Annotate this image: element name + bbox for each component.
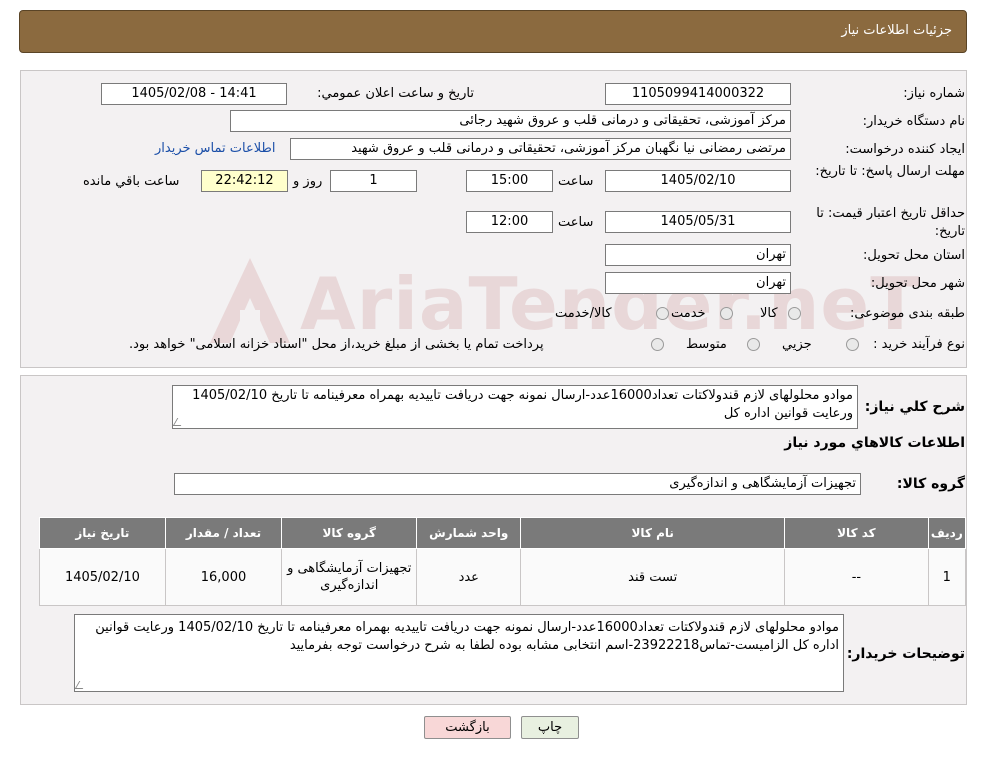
buyer-notes-text: موادو محلولهای لازم قندولاکتات تعداد1600… <box>95 620 839 653</box>
deadline-date-field: 1405/02/10 <box>605 170 791 192</box>
requester-field: مرتضی رمضانی نیا نگهبان مرکز آموزشی، تحق… <box>290 138 791 160</box>
category-option-service: خدمت <box>671 306 706 321</box>
requester-label: ایجاد کننده درخواست: <box>845 142 965 157</box>
category-option-goods: کالا <box>760 306 778 321</box>
process-option-minor: جزیي <box>782 337 812 352</box>
deadline-time-label: ساعت <box>558 174 594 189</box>
cell-need-date: 1405/02/10 <box>39 548 166 606</box>
print-button[interactable]: چاپ <box>521 716 579 739</box>
announce-datetime-label: تاریخ و ساعت اعلان عمومي: <box>317 86 474 101</box>
price-validity-label: حداقل تاریخ اعتبار قیمت: تا تاریخ: <box>816 206 965 239</box>
buyer-notes-textarea[interactable]: موادو محلولهای لازم قندولاکتات تعداد1600… <box>74 614 844 692</box>
page-header: جزئیات اطلاعات نیاز <box>19 10 967 53</box>
buyer-org-label: نام دستگاه خریدار: <box>862 114 965 129</box>
cell-unit: عدد <box>416 548 522 606</box>
description-textarea[interactable]: موادو محلولهای لازم قندولاکتات تعداد1600… <box>172 385 858 429</box>
validity-date-field: 1405/05/31 <box>605 211 791 233</box>
category-option-goods-service: کالا/خدمت <box>555 306 612 321</box>
validity-time-field: 12:00 <box>466 211 553 233</box>
resize-grip-icon <box>75 681 88 689</box>
col-item-code: کد کالا <box>784 517 929 549</box>
process-option-medium: متوسط <box>686 337 727 352</box>
table-header-row: ردیف کد کالا نام کالا واحد شمارش گروه کا… <box>39 517 967 549</box>
col-item-name: نام کالا <box>520 517 786 549</box>
col-need-date: تاریخ نیاز <box>39 517 166 549</box>
validity-time-label: ساعت <box>558 215 594 230</box>
need-number-label: شماره نیاز: <box>903 86 965 101</box>
days-field: 1 <box>330 170 417 192</box>
announce-datetime-field: 1405/02/08 - 14:41 <box>101 83 287 105</box>
col-row-number: ردیف <box>927 517 967 549</box>
category-radio-goods-service[interactable] <box>656 307 669 320</box>
process-checkbox-treasury[interactable] <box>651 338 664 351</box>
remaining-time-field: 22:42:12 <box>201 170 288 192</box>
cell-goods-group: تجهیزات آزمایشگاهی و اندازه‌گیری <box>281 548 418 606</box>
page-title: جزئیات اطلاعات نیاز <box>841 23 952 38</box>
process-radio-minor[interactable] <box>846 338 859 351</box>
cell-item-name: تست قند <box>520 548 786 606</box>
province-label: استان محل تحویل: <box>863 248 965 263</box>
items-table: ردیف کد کالا نام کالا واحد شمارش گروه کا… <box>39 517 967 606</box>
description-text: موادو محلولهای لازم قندولاکتات تعداد1600… <box>192 388 853 421</box>
deadline-time-field: 15:00 <box>466 170 553 192</box>
col-unit: واحد شمارش <box>416 517 522 549</box>
table-row: 1 -- تست قند عدد تجهیزات آزمایشگاهی و ان… <box>39 548 967 606</box>
cell-quantity: 16,000 <box>164 548 283 606</box>
cell-row-number: 1 <box>927 548 967 606</box>
day-and-label: روز و <box>293 174 323 189</box>
city-field: تهران <box>605 272 791 294</box>
process-radio-medium[interactable] <box>747 338 760 351</box>
deadline-label: مهلت ارسال پاسخ: تا تاریخ: <box>815 164 965 179</box>
buyer-contact-link[interactable]: اطلاعات تماس خریدار <box>155 141 275 156</box>
province-field: تهران <box>605 244 791 266</box>
goods-group-label: گروه کالا: <box>896 476 965 492</box>
need-number-field: 1105099414000322 <box>605 83 791 105</box>
category-radio-service[interactable] <box>720 307 733 320</box>
col-goods-group: گروه کالا <box>281 517 418 549</box>
buyer-org-field: مرکز آموزشی، تحقیقاتی و درمانی قلب و عرو… <box>230 110 791 132</box>
hours-remaining-label: ساعت باقي مانده <box>83 174 180 189</box>
goods-group-field: تجهیزات آزمایشگاهی و اندازه‌گیری <box>174 473 861 495</box>
category-radio-goods[interactable] <box>788 307 801 320</box>
col-quantity: تعداد / مقدار <box>164 517 283 549</box>
goods-info-heading: اطلاعات کالاهاي مورد نياز <box>784 435 965 451</box>
resize-grip-icon <box>173 418 186 426</box>
process-type-label: نوع فرآیند خرید : <box>873 337 965 352</box>
description-label: شرح كلي نياز: <box>864 399 965 415</box>
cell-item-code: -- <box>784 548 929 606</box>
buyer-notes-label: توضیحات خریدار: <box>846 646 965 662</box>
back-button[interactable]: بازگشت <box>424 716 511 739</box>
process-note: پرداخت تمام یا بخشی از مبلغ خرید،از محل … <box>129 337 544 352</box>
city-label: شهر محل تحویل: <box>870 276 965 291</box>
category-label: طبقه بندی موضوعی: <box>849 306 965 321</box>
